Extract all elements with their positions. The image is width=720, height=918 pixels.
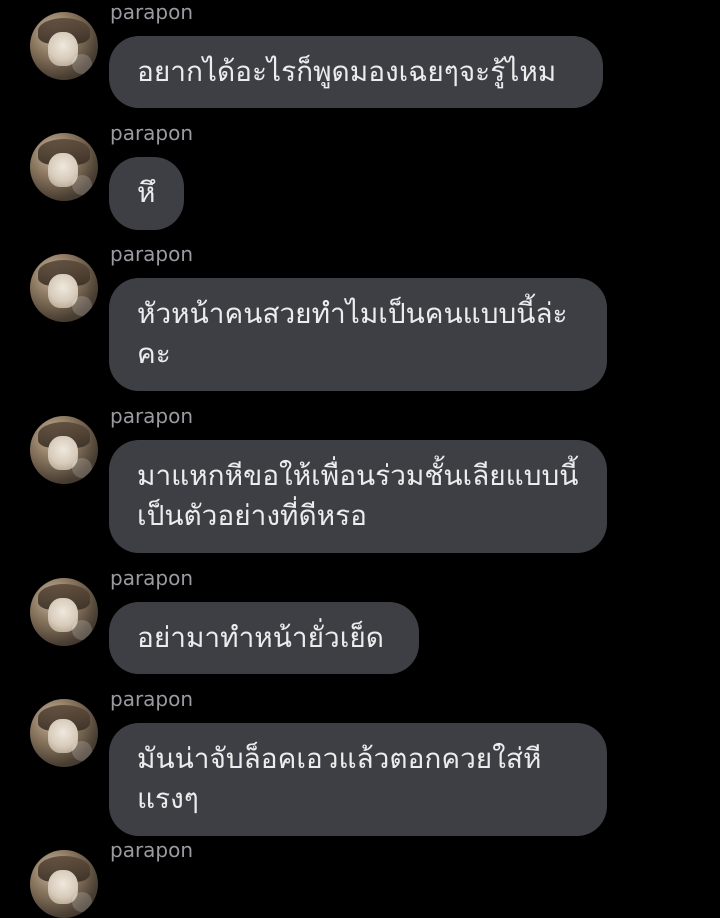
avatar[interactable] [30, 699, 98, 767]
message-bubble[interactable]: มันน่าจับล็อคเอวแล้วตอกควยใส่หีแรงๆ [109, 723, 607, 836]
sender-name: parapon [110, 687, 194, 711]
sender-name: parapon [110, 838, 194, 862]
avatar[interactable] [30, 254, 98, 322]
avatar[interactable] [30, 133, 98, 201]
message-bubble[interactable]: หัวหน้าคนสวยทำไมเป็นคนแบบนี้ล่ะคะ [109, 278, 607, 391]
message-bubble[interactable]: หึ [109, 157, 184, 230]
chat-thread: parapon อยากได้อะไรก็พูดมองเฉยๆจะรู้ไหม … [0, 0, 720, 918]
sender-name: parapon [110, 404, 194, 428]
avatar[interactable] [30, 12, 98, 80]
avatar[interactable] [30, 416, 98, 484]
avatar[interactable] [30, 578, 98, 646]
message-bubble[interactable]: มาแหกหีขอให้เพื่อนร่วมชั้นเลียแบบนี้เป็น… [109, 440, 607, 553]
sender-name: parapon [110, 121, 194, 145]
message-bubble[interactable]: อย่ามาทำหน้ายั่วเย็ด [109, 602, 419, 674]
sender-name: parapon [110, 566, 194, 590]
sender-name: parapon [110, 0, 194, 24]
message-bubble[interactable]: อยากได้อะไรก็พูดมองเฉยๆจะรู้ไหม [109, 36, 603, 108]
avatar[interactable] [30, 850, 98, 918]
sender-name: parapon [110, 242, 194, 266]
